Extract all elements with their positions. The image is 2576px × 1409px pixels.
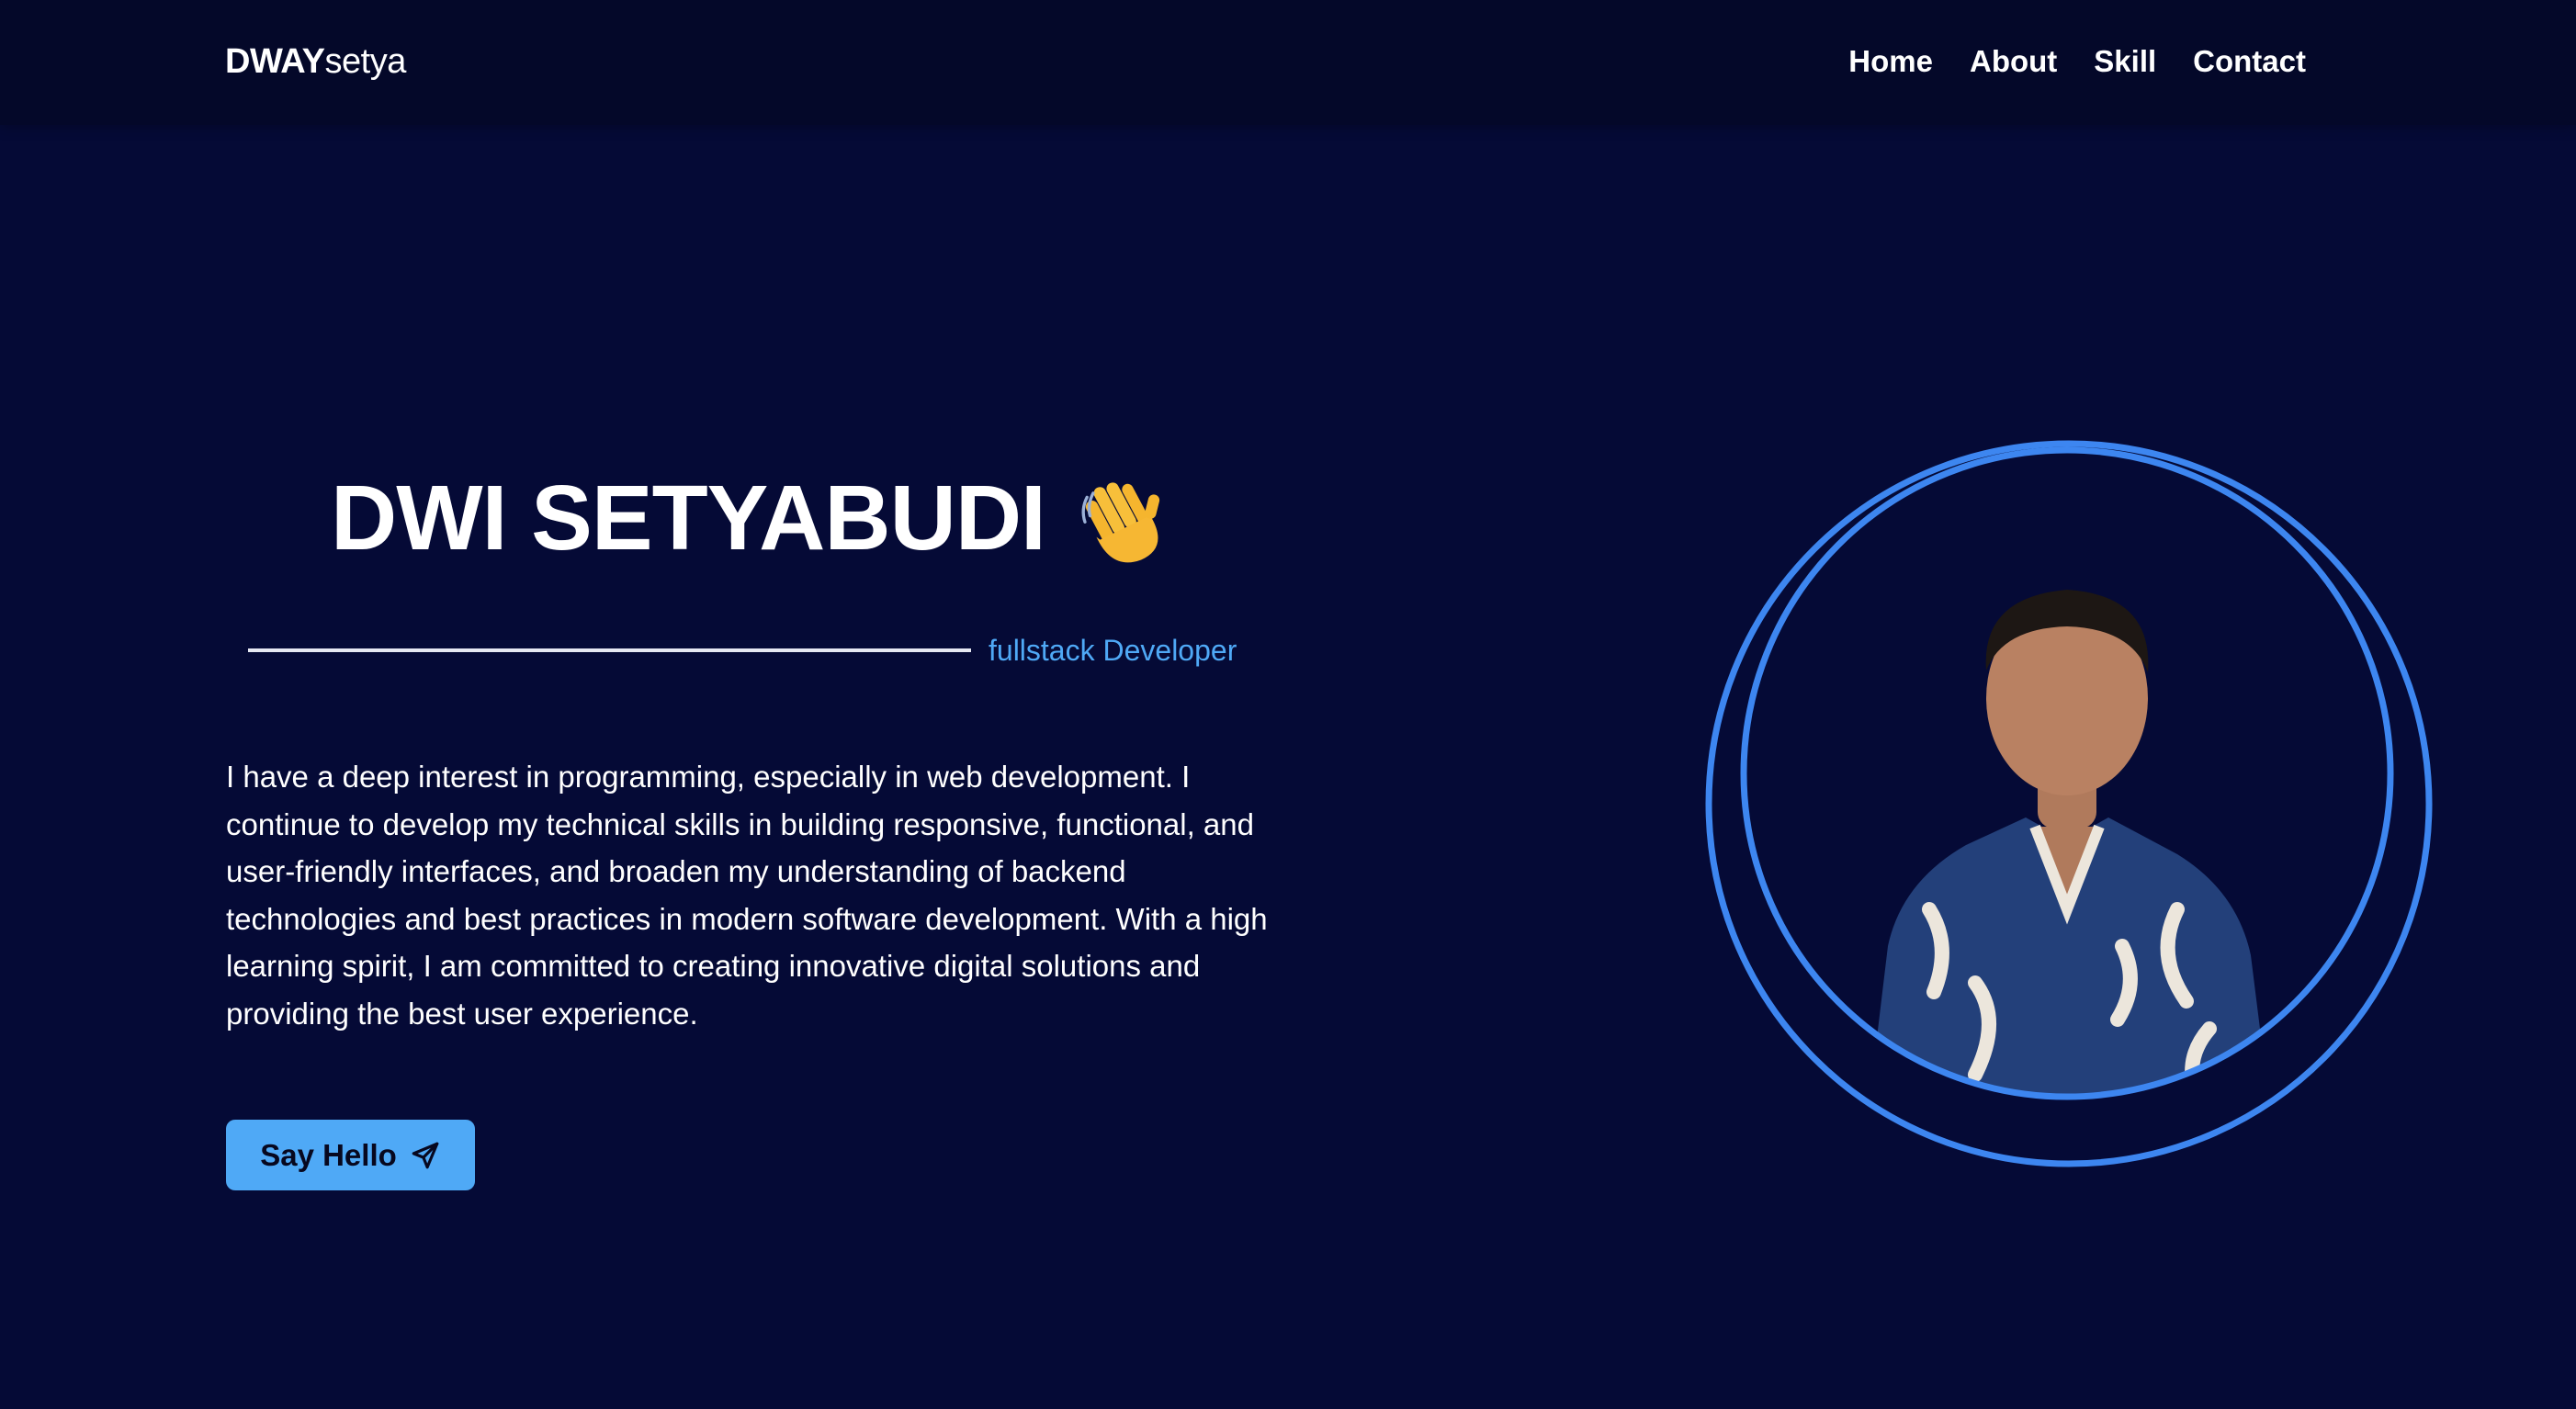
brand-light: setya	[324, 42, 407, 81]
nav-skill-link[interactable]: Skill	[2094, 40, 2156, 83]
navbar: DWAYsetya Home About Skill Contact	[0, 0, 2576, 125]
brand-logo[interactable]: DWAYsetya	[225, 40, 406, 83]
brand-strong: DWAY	[225, 42, 325, 81]
nav-contact-link[interactable]: Contact	[2193, 40, 2306, 83]
send-icon	[412, 1142, 439, 1168]
nav-about-link[interactable]: About	[1970, 40, 2057, 83]
say-hello-button[interactable]: Say Hello	[226, 1120, 475, 1190]
hero-title: DWI SETYABUDI	[331, 467, 1046, 569]
main-nav: Home About Skill Contact	[1848, 40, 2306, 83]
say-hello-label: Say Hello	[260, 1137, 397, 1172]
nav-home-link[interactable]: Home	[1848, 40, 1933, 83]
title-divider	[248, 648, 971, 652]
role-label: fullstack Developer	[989, 634, 1237, 667]
hero-bio: I have a deep interest in programming, e…	[226, 760, 1268, 1031]
waving-hand-icon	[1081, 482, 1160, 563]
profile-portrait	[1705, 440, 2433, 1167]
